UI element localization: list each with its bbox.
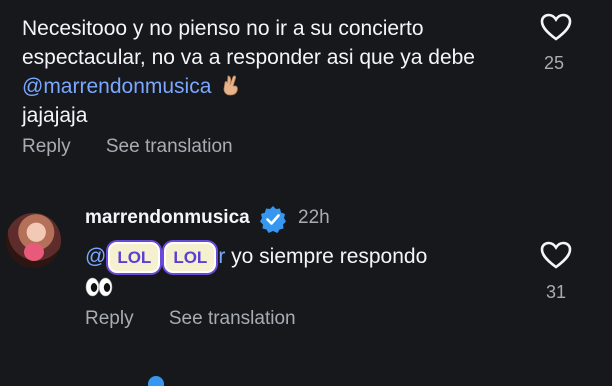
mention-link[interactable]: @marrendonmusica [22, 75, 211, 98]
like-heart-icon[interactable] [540, 240, 572, 270]
comment-text: @ LOL LOL r yo siempre respondo [85, 242, 505, 302]
comment-body: yo siempre respondo [225, 245, 428, 268]
see-translation-button[interactable]: See translation [169, 308, 296, 329]
see-translation-button[interactable]: See translation [106, 136, 233, 157]
lol-sticker: LOL [164, 242, 217, 273]
comment-actions: Reply See translation [22, 136, 263, 158]
comment-text: Necesitooo y no pienso no ir a su concie… [22, 14, 522, 130]
reply-button[interactable]: Reply [85, 308, 134, 329]
comment-body-end: jajajaja [22, 104, 88, 127]
username[interactable]: marrendonmusica [85, 207, 250, 229]
crossed-fingers-icon [223, 75, 239, 96]
verified-badge-icon [260, 206, 286, 233]
like-count: 31 [546, 282, 567, 302]
avatar[interactable] [6, 213, 61, 268]
verified-badge-icon [148, 376, 164, 386]
comment-body: Necesitooo y no pienso no ir a su concie… [22, 17, 475, 69]
mention-link-start[interactable]: @ [85, 245, 106, 268]
comment-actions: Reply See translation [85, 308, 326, 330]
like-count: 25 [544, 53, 565, 73]
eyes-icon [85, 277, 113, 297]
like-heart-icon[interactable] [540, 12, 572, 42]
reply-button[interactable]: Reply [22, 136, 71, 157]
lol-sticker: LOL [108, 242, 161, 273]
timestamp: 22h [298, 207, 330, 228]
